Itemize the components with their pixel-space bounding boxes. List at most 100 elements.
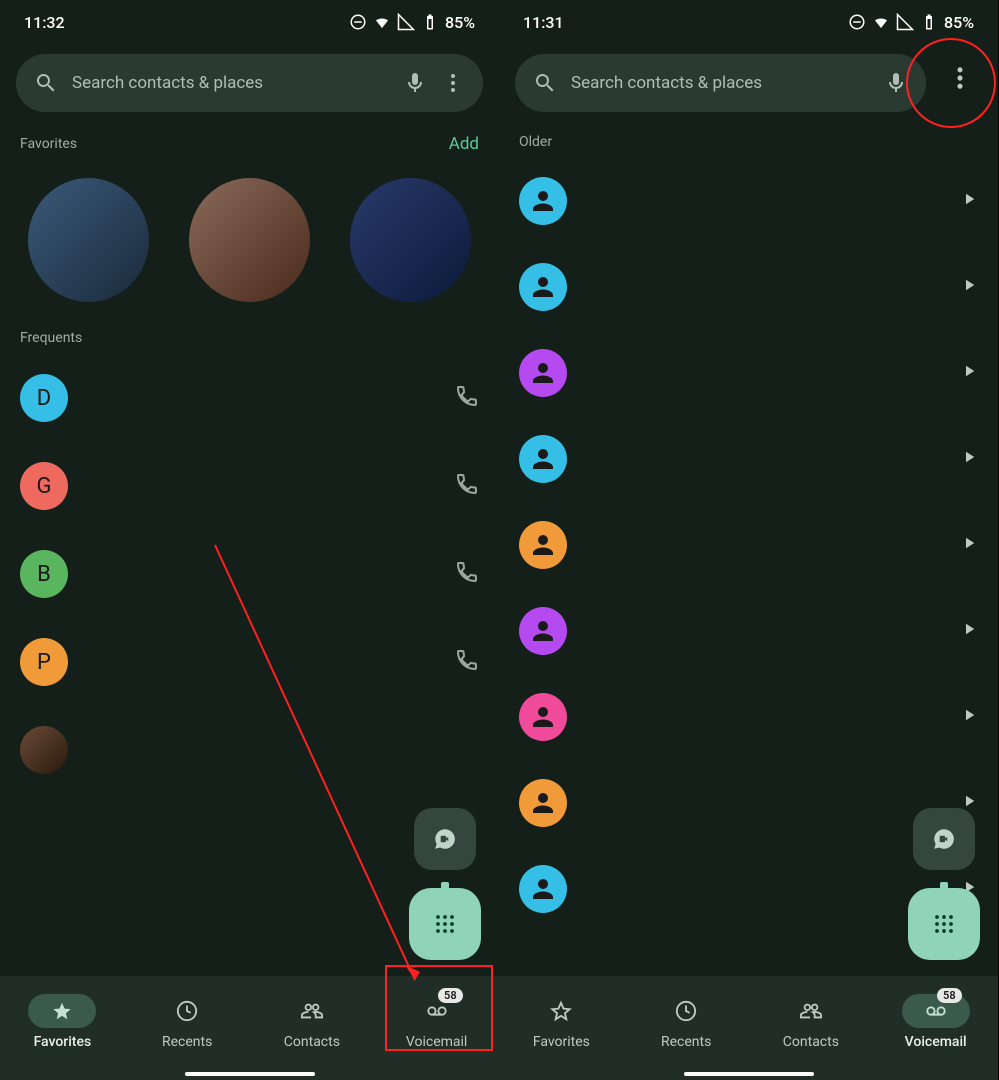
nav-favorites[interactable]: Favorites [527,994,595,1050]
voicemail-row[interactable] [519,674,978,760]
play-button[interactable] [960,276,978,298]
nav-label: Contacts [783,1034,839,1050]
frequent-contact-row[interactable]: B [20,530,479,618]
contact-avatar [20,726,68,774]
nav-voicemail[interactable]: 58 Voicemail [902,994,970,1050]
nav-recents[interactable]: Recents [652,994,720,1050]
call-button[interactable] [455,648,479,676]
status-bar: 11:32 85% [0,0,499,44]
frequent-contact-row[interactable]: D [20,354,479,442]
add-favorite-button[interactable]: Add [449,134,479,154]
dialpad-icon [431,910,459,938]
nav-favorites[interactable]: Favorites [28,994,96,1050]
nav-label: Voicemail [905,1034,967,1050]
search-bar[interactable]: Search contacts & places [515,54,926,112]
wifi-icon [373,13,391,31]
fab-stack [409,808,481,960]
older-label: Older [519,134,552,150]
contact-avatar [519,865,567,913]
nav-label: Recents [661,1034,711,1050]
favorites-label: Favorites [20,136,77,152]
contact-avatar: D [20,374,68,422]
contact-avatar [519,435,567,483]
nav-contacts[interactable]: Contacts [777,994,845,1050]
signal-icon [397,13,415,31]
dnd-icon [848,13,866,31]
star-icon [51,1000,73,1022]
video-icon [432,826,458,852]
search-placeholder: Search contacts & places [571,73,870,93]
nav-label: Contacts [284,1034,340,1050]
voicemail-icon [925,1000,947,1022]
contact-avatar: P [20,638,68,686]
favorite-contact[interactable] [189,178,310,302]
play-button[interactable] [960,448,978,470]
voicemail-badge: 58 [438,988,463,1003]
fab-stack [908,808,980,960]
favorites-header: Favorites Add [0,122,499,162]
bottom-nav: Favorites Recents Contacts 58 Voicemail [0,976,499,1080]
call-button[interactable] [455,560,479,588]
video-call-fab[interactable] [913,808,975,870]
overflow-menu-button[interactable] [946,64,974,96]
voicemail-row[interactable] [519,158,978,244]
contact-avatar [519,607,567,655]
contact-avatar [519,693,567,741]
contact-avatar [519,349,567,397]
older-header: Older [499,122,998,158]
mic-icon[interactable] [884,71,908,95]
frequents-label: Frequents [20,330,82,346]
search-placeholder: Search contacts & places [72,73,389,93]
voicemail-row[interactable] [519,588,978,674]
play-button[interactable] [960,362,978,384]
dialpad-fab[interactable] [908,888,980,960]
contact-avatar: B [20,550,68,598]
clock-icon [176,1000,198,1022]
favorite-contact[interactable] [28,178,149,302]
nav-label: Favorites [533,1034,590,1050]
search-icon [34,71,58,95]
play-button[interactable] [960,620,978,642]
play-button[interactable] [960,190,978,212]
play-button[interactable] [960,706,978,728]
battery-percent: 85% [944,13,974,32]
bottom-nav: Favorites Recents Contacts 58 Voicemail [499,976,998,1080]
dialpad-fab[interactable] [409,888,481,960]
search-bar[interactable]: Search contacts & places [16,54,483,112]
nav-label: Favorites [34,1034,92,1050]
battery-icon [920,13,938,31]
gesture-handle[interactable] [684,1072,814,1076]
voicemail-row[interactable] [519,330,978,416]
nav-contacts[interactable]: Contacts [278,994,346,1050]
voicemail-row[interactable] [519,416,978,502]
frequent-contact-row[interactable] [20,706,479,794]
contact-avatar [519,177,567,225]
play-button[interactable] [960,534,978,556]
people-icon [800,1000,822,1022]
call-button[interactable] [455,384,479,412]
frequent-contact-row[interactable]: P [20,618,479,706]
favorite-contact[interactable] [350,178,471,302]
battery-percent: 85% [445,13,475,32]
nav-label: Recents [162,1034,212,1050]
more-vert-icon[interactable] [441,71,465,95]
battery-icon [421,13,439,31]
dialpad-icon [930,910,958,938]
status-time: 11:32 [24,13,65,32]
phone-screen-left: 11:32 85% Search contacts & places Favor… [0,0,499,1080]
contact-avatar [519,779,567,827]
mic-icon[interactable] [403,71,427,95]
video-icon [931,826,957,852]
favorites-row [0,162,499,318]
signal-icon [896,13,914,31]
voicemail-row[interactable] [519,502,978,588]
search-icon [533,71,557,95]
nav-voicemail[interactable]: 58 Voicemail [403,994,471,1050]
gesture-handle[interactable] [185,1072,315,1076]
frequent-contact-row[interactable]: G [20,442,479,530]
voicemail-row[interactable] [519,244,978,330]
video-call-fab[interactable] [414,808,476,870]
nav-recents[interactable]: Recents [153,994,221,1050]
more-vert-icon [946,64,974,92]
call-button[interactable] [455,472,479,500]
